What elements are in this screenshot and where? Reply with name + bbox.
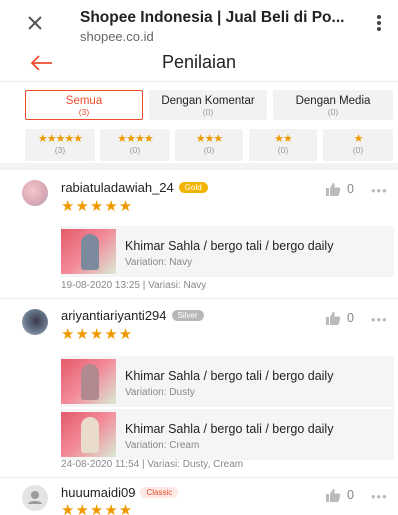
- filter-5-star[interactable]: ★★★★★ (3): [25, 129, 95, 161]
- app-header: Penilaian: [0, 46, 398, 82]
- review-item: ariyantiariyanti294 Silver ★★★★★ 0 ••• Kh…: [0, 305, 398, 475]
- reviewed-product[interactable]: Khimar Sahla / bergo tali / bergo daily …: [61, 356, 394, 407]
- member-badge: Silver: [171, 310, 204, 321]
- filter-with-media[interactable]: Dengan Media (0): [273, 90, 393, 120]
- product-name: Khimar Sahla / bergo tali / bergo daily: [125, 239, 334, 253]
- like-button[interactable]: 0: [325, 311, 354, 325]
- product-variation: Variation: Cream: [125, 440, 200, 451]
- member-badge: Gold: [178, 182, 208, 193]
- like-count: 0: [347, 182, 354, 196]
- filter-count: (0): [277, 145, 289, 155]
- filter-label: Dengan Komentar: [161, 95, 255, 107]
- star-icons: ★★★★: [117, 133, 153, 145]
- product-thumbnail: [61, 359, 116, 404]
- review-user: rabiatuladawiah_24 Gold: [61, 180, 208, 195]
- filter-count: (0): [352, 145, 364, 155]
- review-user: ariyantiariyanti294 Silver: [61, 308, 204, 323]
- filter-3-star[interactable]: ★★★ (0): [175, 129, 243, 161]
- filter-with-comment[interactable]: Dengan Komentar (0): [149, 90, 267, 120]
- browser-toolbar: Shopee Indonesia | Jual Beli di Po... sh…: [0, 0, 398, 46]
- filter-2-star[interactable]: ★★ (0): [249, 129, 317, 161]
- like-button[interactable]: 0: [325, 488, 354, 502]
- page-title: Penilaian: [161, 52, 237, 72]
- review-meta: 19-08-2020 13:25 | Variasi: Navy: [61, 280, 207, 291]
- more-options-icon[interactable]: •••: [371, 183, 388, 198]
- thumbs-up-icon: [326, 312, 341, 325]
- more-options-icon[interactable]: •••: [371, 312, 388, 327]
- filter-count: (0): [327, 107, 339, 117]
- reviewed-product[interactable]: Khimar Sahla / bergo tali / bergo daily …: [61, 226, 394, 277]
- product-variation: Variation: Dusty: [125, 387, 195, 398]
- review-user: huuumaidi09 Classic: [61, 485, 179, 500]
- product-name: Khimar Sahla / bergo tali / bergo daily: [125, 422, 334, 436]
- close-icon[interactable]: [24, 12, 46, 34]
- product-variation: Variation: Navy: [125, 257, 193, 268]
- review-item: rabiatuladawiah_24 Gold ★★★★★ 0 ••• Khima…: [0, 177, 398, 295]
- product-thumbnail: [61, 412, 116, 457]
- filter-label: Dengan Media: [295, 95, 371, 107]
- member-badge: Classic: [140, 487, 179, 498]
- default-user-icon: [28, 491, 42, 504]
- rating-stars: ★★★★★: [61, 326, 134, 343]
- star-icons: ★★★★★: [37, 133, 83, 145]
- username[interactable]: huuumaidi09: [61, 485, 135, 500]
- reviewed-product[interactable]: Khimar Sahla / bergo tali / bergo daily …: [61, 409, 394, 460]
- avatar[interactable]: [22, 309, 48, 335]
- review-meta: 24-08-2020 11:54 | Variasi: Dusty, Cream: [61, 459, 244, 470]
- review-item: huuumaidi09 Classic ★★★★★ 0 •••: [0, 482, 398, 515]
- rating-stars: ★★★★★: [61, 198, 134, 215]
- browser-url: shopee.co.id: [80, 29, 154, 44]
- like-count: 0: [347, 488, 354, 502]
- avatar[interactable]: [22, 485, 48, 511]
- filter-count: (3): [78, 107, 90, 117]
- more-options-icon[interactable]: •••: [371, 489, 388, 504]
- filter-all[interactable]: Semua (3): [25, 90, 143, 120]
- filter-count: (0): [203, 145, 215, 155]
- star-icons: ★★★: [195, 133, 224, 145]
- filter-4-star[interactable]: ★★★★ (0): [100, 129, 170, 161]
- divider: [0, 298, 398, 299]
- filter-label: Semua: [65, 95, 103, 107]
- filter-1-star[interactable]: ★ (0): [323, 129, 393, 161]
- username[interactable]: ariyantiariyanti294: [61, 308, 167, 323]
- filter-count: (3): [54, 145, 66, 155]
- like-count: 0: [347, 311, 354, 325]
- thumbs-up-icon: [326, 183, 341, 196]
- rating-filters: Semua (3) Dengan Komentar (0) Dengan Med…: [0, 84, 398, 170]
- rating-stars: ★★★★★: [61, 502, 134, 515]
- thumbs-up-icon: [326, 489, 341, 502]
- like-button[interactable]: 0: [325, 182, 354, 196]
- star-icons: ★★: [274, 133, 293, 145]
- username[interactable]: rabiatuladawiah_24: [61, 180, 174, 195]
- filter-count: (0): [202, 107, 214, 117]
- product-name: Khimar Sahla / bergo tali / bergo daily: [125, 369, 334, 383]
- more-vert-icon[interactable]: [374, 14, 384, 34]
- filter-count: (0): [129, 145, 141, 155]
- divider: [0, 477, 398, 478]
- product-thumbnail: [61, 229, 116, 274]
- avatar[interactable]: [22, 180, 48, 206]
- browser-page-title: Shopee Indonesia | Jual Beli di Po...: [80, 9, 345, 26]
- star-icons: ★: [353, 133, 364, 145]
